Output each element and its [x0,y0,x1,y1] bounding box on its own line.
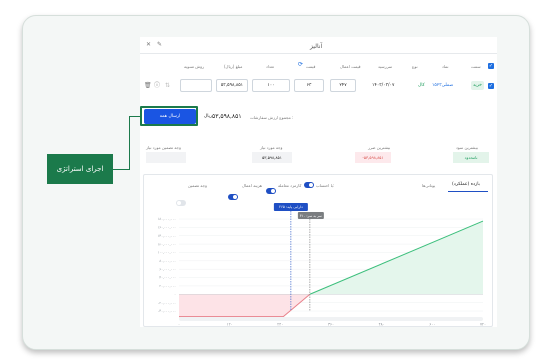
row-side-badge[interactable]: خرید [471,81,484,90]
header-maturity: سررسید [378,64,393,69]
header-symbol: نماد [442,64,449,69]
header-quantity: تعداد [266,64,275,69]
window-title: آنالیز [310,43,323,50]
row-maturity: ۱۴۰۳/۰۳/۰۷ [372,83,395,88]
calc-label: با احتساب: [316,183,335,188]
x-tick-label: ۰ [178,322,180,327]
x-tick-label: ۲۴۰ [277,322,283,327]
y-tick-label: ۱۰۰,۰۰۰,۰۰۰ [157,251,176,255]
refresh-icon[interactable]: ⟳ [298,61,303,69]
max-profit-label: بیشترین سود [456,145,478,150]
breakeven-label: سر به سر: ۳۱۰ [300,214,322,218]
callout-connector-vertical [129,116,130,170]
y-tick-label: ۱۶۰,۰۰۰,۰۰۰ [157,226,176,230]
total-label: مجموع ارزش سفارشات : [250,115,294,120]
y-tick-label: ۱۸۰,۰۰۰,۰۰۰ [157,217,176,221]
chart-scrollbar [179,317,483,321]
max-profit-value: نامحدود [453,152,489,163]
y-tick-label: ۶۰,۰۰۰,۰۰۰ [159,267,176,271]
amount-field: ۵۳,۵۹۸,۸۵۱ [216,79,248,92]
analysis-window: آنالیز ✕ ✎ ✓ سمت نماد نوع سررسید قیمت اع… [140,37,497,327]
margin-label: وجه مورد نیاز [260,145,283,150]
header-type: نوع [412,64,418,69]
max-loss-value: -۵۳,۵۹۸,۸۵۱ [355,152,391,163]
tab-performance[interactable]: بازده (عملکرد) [452,182,480,187]
price-field[interactable]: ۶۳ [294,79,324,92]
y-tick-label: -۲۰,۰۰۰,۰۰۰ [158,301,176,305]
y-tick-label: ۰ [174,292,176,296]
x-tick-label: ۶۰۰ [429,322,435,327]
trash-icon[interactable]: 🗑 [144,82,152,90]
send-button-highlight [140,106,198,126]
tab-greeks[interactable]: یونانی‌ها [422,183,435,188]
info-icon[interactable]: ⓘ [154,82,160,90]
margin-value: ۵۳,۵۹۸,۸۵۱ [252,152,292,163]
strategy-callout: اجرای استراتژی [47,154,113,184]
fees-toggle[interactable] [304,182,314,188]
swap-icon[interactable]: ⇅ [165,82,170,90]
row-type: کال [418,83,425,88]
x-tick-label: ۴۸۰ [379,322,385,327]
costs-toggle[interactable] [266,188,276,194]
edit-icon[interactable]: ✎ [157,41,162,49]
y-tick-label: -۴۰,۰۰۰,۰۰۰ [158,309,176,313]
header-strike: قیمت اعمال [340,64,361,69]
currency-unit: ریال [204,114,213,119]
y-tick-label: ۸۰,۰۰۰,۰۰۰ [159,259,176,263]
collateral-value [146,152,186,163]
row-checkbox[interactable]: ✓ [488,83,494,89]
max-loss-label: بیشترین ضرر [368,145,391,150]
title-divider [140,53,497,54]
select-all-checkbox[interactable]: ✓ [488,63,494,69]
y-tick-label: ۱۲۰,۰۰۰,۰۰۰ [157,242,176,246]
close-icon[interactable]: ✕ [146,41,151,49]
header-price: قیمت [306,64,316,69]
current-price-label: دارایی پایه: ۲۶۵ [279,205,303,209]
total-value: ۵۳,۵۹۸,۸۵۱ [212,113,242,120]
x-tick-label: ۷۲۰ [480,322,486,327]
settlement-select[interactable] [180,79,212,92]
header-amount: مبلغ (ریال) [224,64,243,69]
fees-label: کارمزد معامله [278,183,302,188]
y-tick-label: ۲۰,۰۰۰,۰۰۰ [159,284,176,288]
payoff-chart: ۱۸۰,۰۰۰,۰۰۰ ۱۶۰,۰۰۰,۰۰۰ ۱۴۰,۰۰۰,۰۰۰ ۱۲۰,۰۰۰… [157,203,486,327]
collateral-label: وجه تضمین مورد نیاز [146,145,181,150]
y-tick-label: ۴۰,۰۰۰,۰۰۰ [159,276,176,280]
header-settlement: روش تسویه [184,64,205,69]
strike-field[interactable]: ۲۴۷ [330,79,356,92]
header-side: سمت [471,64,481,69]
x-tick-label: ۳۶۰ [328,322,334,327]
y-tick-label: ۱۴۰,۰۰۰,۰۰۰ [157,234,176,238]
loss-area [179,294,310,317]
callout-connector [113,169,129,170]
collateral-option-label: وجه تضمین [188,183,207,188]
quantity-field[interactable]: ۱۰۰ [252,79,290,92]
tab-active-underline [448,191,488,192]
x-tick-label: ۱۲۰ [227,322,233,327]
costs-label: هزینه اعمال [242,183,262,188]
row-symbol[interactable]: ضملی۱۵۲۳ [432,83,453,88]
